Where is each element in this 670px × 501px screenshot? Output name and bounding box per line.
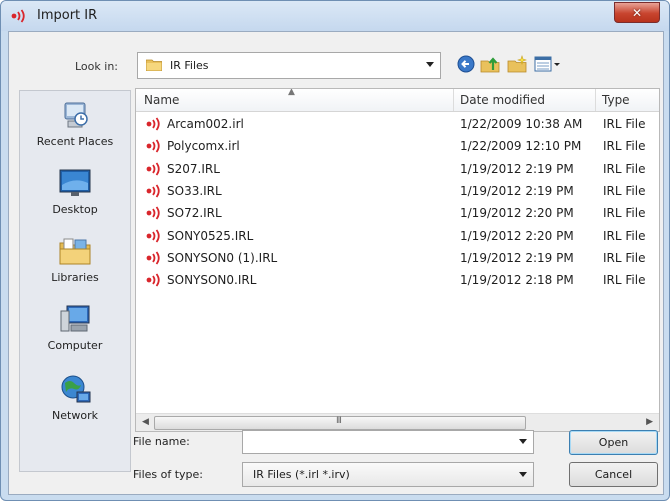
sort-ascending-icon: ▲ — [288, 88, 295, 97]
up-folder-icon[interactable] — [479, 54, 501, 74]
new-folder-icon[interactable] — [506, 54, 528, 74]
ir-file-icon — [146, 228, 160, 243]
column-header-type[interactable]: Type — [602, 93, 630, 107]
title-bar[interactable]: Import IR ✕ — [1, 1, 669, 31]
file-row[interactable]: S207.IRL 1/19/2012 2:19 PM IRL File — [136, 158, 645, 180]
place-computer[interactable]: Computer — [20, 303, 130, 352]
file-row[interactable]: SONYSON0.IRL 1/19/2012 2:18 PM IRL File — [136, 269, 645, 291]
network-icon — [61, 375, 91, 403]
file-date-modified: 1/19/2012 2:20 PM — [460, 228, 574, 243]
file-date-modified: 1/19/2012 2:19 PM — [460, 183, 574, 198]
file-row[interactable]: Arcam002.irl 1/22/2009 10:38 AM IRL File — [136, 113, 645, 135]
file-name: SONYSON0 (1).IRL — [167, 250, 278, 265]
place-libraries[interactable]: Libraries — [20, 235, 130, 284]
open-button[interactable]: Open — [569, 430, 658, 455]
file-name: SO33.IRL — [167, 183, 222, 198]
cancel-button[interactable]: Cancel — [569, 462, 658, 487]
grip-icon: III — [336, 416, 342, 426]
file-row[interactable]: SONY0525.IRL 1/19/2012 2:20 PM IRL File — [136, 225, 645, 247]
places-bar: Recent Places Desktop Libraries Computer… — [19, 90, 131, 472]
file-date-modified: 1/19/2012 2:19 PM — [460, 250, 574, 265]
file-type: IRL File — [603, 161, 646, 176]
file-name-input[interactable] — [243, 431, 520, 451]
import-ir-dialog: Import IR ✕ Look in: IR Files Recent Pla… — [0, 0, 670, 501]
files-of-type-label: Files of type: — [133, 468, 204, 481]
place-label: Network — [52, 409, 98, 422]
column-divider[interactable] — [595, 89, 596, 111]
file-name: Arcam002.irl — [167, 117, 244, 131]
file-name-combo[interactable] — [242, 430, 534, 454]
look-in-label: Look in: — [75, 60, 118, 73]
file-type: IRL File — [603, 228, 646, 243]
place-label: Libraries — [51, 271, 99, 284]
file-type: IRL File — [603, 273, 646, 288]
file-name: SONYSON0.IRL — [167, 273, 257, 288]
list-header: Name ▲ Date modified Type — [136, 89, 659, 112]
file-type: IRL File — [603, 139, 646, 154]
ir-signal-icon — [11, 9, 25, 23]
place-label: Recent Places — [36, 135, 114, 148]
file-type: IRL File — [603, 117, 646, 131]
recent-places-icon — [64, 102, 88, 128]
view-menu-icon[interactable] — [533, 54, 561, 74]
file-name: S207.IRL — [167, 161, 220, 176]
look-in-select[interactable]: IR Files — [137, 52, 441, 79]
folder-icon — [146, 59, 162, 71]
file-date-modified: 1/19/2012 2:19 PM — [460, 161, 574, 176]
file-date-modified: 1/22/2009 10:38 AM — [460, 117, 583, 131]
file-list[interactable]: Name ▲ Date modified Type Arcam002.irl 1/… — [135, 88, 660, 432]
chevron-down-icon — [519, 472, 527, 477]
file-name: Polycomx.irl — [167, 139, 240, 154]
chevron-down-icon — [426, 62, 434, 67]
ir-file-icon — [146, 184, 160, 198]
ir-file-icon — [146, 117, 160, 131]
file-type: IRL File — [603, 250, 646, 265]
scroll-right-icon[interactable]: ▶ — [646, 417, 653, 427]
close-button[interactable]: ✕ — [614, 2, 660, 23]
file-row[interactable]: SO72.IRL 1/19/2012 2:20 PM IRL File — [136, 202, 645, 224]
file-row[interactable]: SO33.IRL 1/19/2012 2:19 PM IRL File — [136, 180, 645, 202]
file-date-modified: 1/22/2009 12:10 PM — [460, 139, 582, 154]
place-recent-places[interactable]: Recent Places — [20, 99, 130, 148]
column-header-date[interactable]: Date modified — [460, 93, 545, 107]
files-of-type-value: IR Files (*.irl *.irv) — [253, 468, 350, 481]
computer-icon — [60, 305, 90, 332]
place-label: Desktop — [52, 203, 98, 216]
file-name-label: File name: — [133, 435, 190, 448]
window-title: Import IR — [37, 8, 98, 23]
file-name: SO72.IRL — [167, 206, 222, 221]
file-type: IRL File — [603, 206, 646, 221]
place-desktop[interactable]: Desktop — [20, 167, 130, 216]
scrollbar-thumb[interactable]: III — [154, 416, 526, 430]
back-icon[interactable] — [455, 54, 477, 74]
ir-file-icon — [146, 162, 160, 176]
ir-file-icon — [146, 273, 160, 287]
file-type: IRL File — [603, 183, 646, 198]
file-date-modified: 1/19/2012 2:20 PM — [460, 206, 574, 221]
file-date-modified: 1/19/2012 2:18 PM — [460, 273, 574, 288]
scroll-left-icon[interactable]: ◀ — [142, 417, 149, 427]
column-divider[interactable] — [453, 89, 454, 111]
column-header-name[interactable]: Name — [144, 93, 179, 107]
place-label: Computer — [47, 339, 103, 352]
files-of-type-select[interactable]: IR Files (*.irl *.irv) — [242, 462, 534, 487]
place-network[interactable]: Network — [20, 373, 130, 422]
horizontal-scrollbar[interactable]: ◀ III ▶ — [136, 413, 659, 431]
look-in-value: IR Files — [170, 59, 209, 72]
file-row[interactable]: Polycomx.irl 1/22/2009 12:10 PM IRL File — [136, 135, 645, 157]
chevron-down-icon[interactable] — [519, 439, 527, 444]
ir-file-icon — [146, 251, 160, 265]
libraries-icon — [59, 238, 91, 265]
ir-file-icon — [146, 139, 160, 153]
desktop-icon — [59, 169, 91, 196]
file-row[interactable]: SONYSON0 (1).IRL 1/19/2012 2:19 PM IRL Fil… — [136, 247, 645, 269]
dialog-body: Look in: IR Files Recent Places Desktop … — [8, 31, 664, 495]
close-icon: ✕ — [631, 5, 643, 20]
ir-file-icon — [146, 206, 160, 220]
file-name: SONY0525.IRL — [167, 228, 254, 243]
